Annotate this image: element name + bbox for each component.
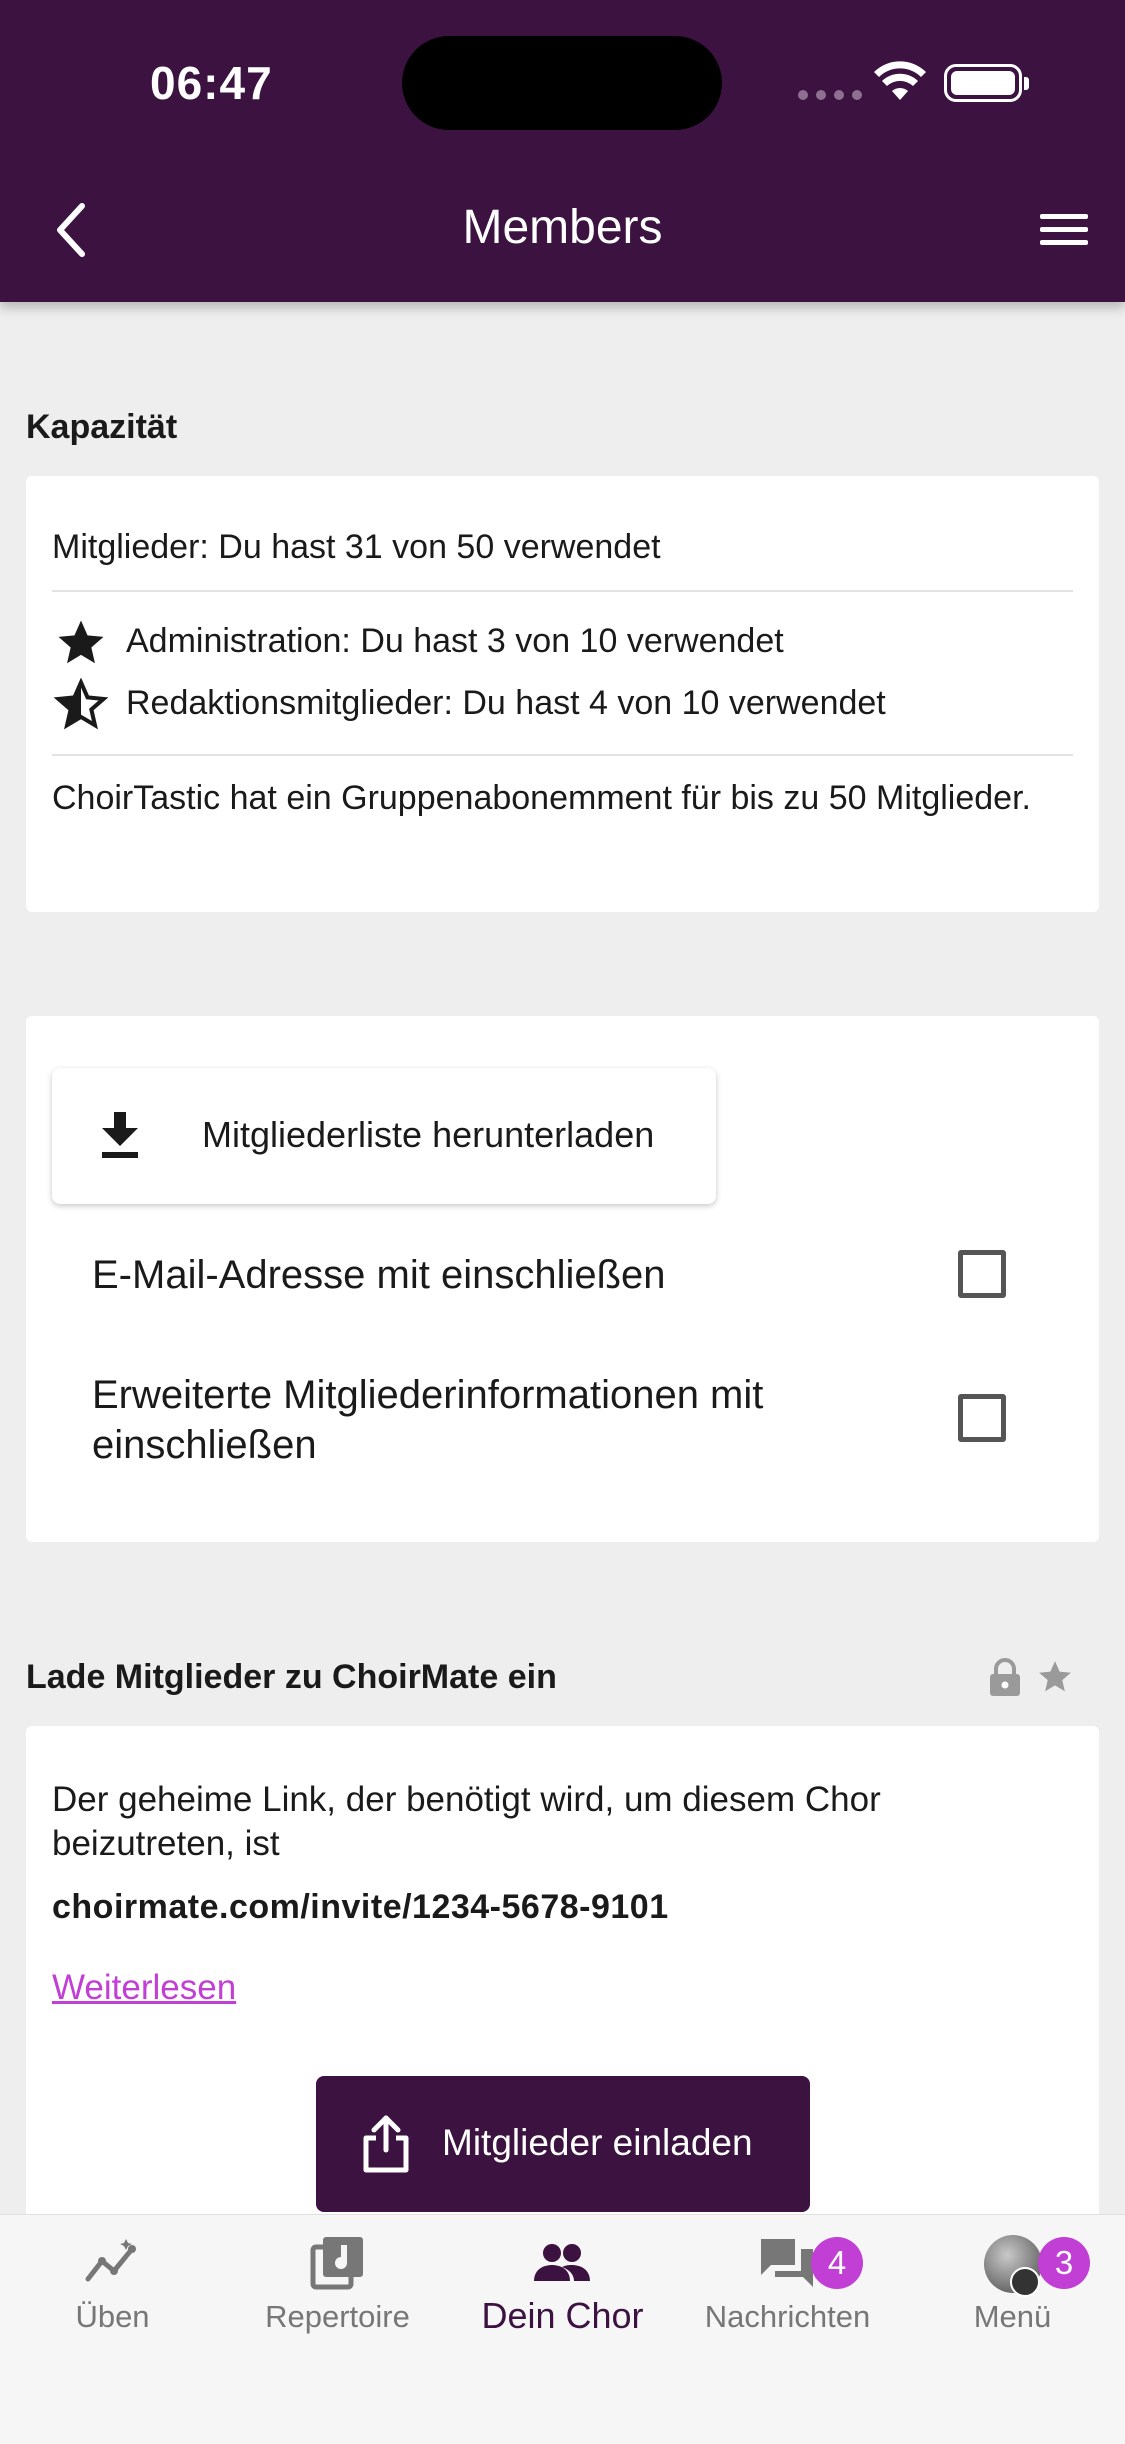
nav-label: Üben: [75, 2299, 150, 2334]
hamburger-menu-icon[interactable]: [1040, 210, 1088, 250]
invite-description: Der geheime Link, der benötigt wird, um …: [52, 1780, 881, 1863]
download-member-list-button[interactable]: Mitgliederliste herunterladen: [52, 1068, 716, 1204]
divider: [52, 754, 1073, 756]
admin-usage: Administration: Du hast 3 von 10 verwend…: [126, 622, 784, 660]
dynamic-island: [402, 36, 722, 130]
bottom-navigation: Üben Repertoire Dein Chor 4 Nachrichten …: [0, 2214, 1125, 2444]
capacity-card: Mitglieder: Du hast 31 von 50 verwendet …: [26, 476, 1099, 912]
star-icon: [1039, 1661, 1071, 1692]
nav-label: Menü: [973, 2299, 1052, 2334]
divider: [52, 590, 1073, 592]
wifi-icon: [874, 61, 926, 100]
nav-item-repertoire[interactable]: Repertoire: [225, 2215, 450, 2395]
music-library-icon: [310, 2237, 363, 2290]
invite-button-label: Mitglieder einladen: [442, 2122, 753, 2163]
members-usage: Mitglieder: Du hast 31 von 50 verwendet: [52, 528, 661, 566]
nav-item-messages[interactable]: 4 Nachrichten: [675, 2215, 900, 2395]
include-extended-info-checkbox[interactable]: [958, 1394, 1006, 1442]
nav-item-your-choir[interactable]: Dein Chor: [450, 2215, 675, 2395]
menu-mini-icon: [1010, 2267, 1040, 2297]
menu-badge: 3: [1038, 2237, 1090, 2289]
share-icon: [363, 2115, 409, 2173]
star-half-icon: [54, 678, 108, 730]
editors-usage: Redaktionsmitglieder: Du hast 4 von 10 v…: [126, 684, 886, 722]
nav-label: Nachrichten: [704, 2299, 871, 2334]
invite-link: choirmate.com/invite/1234-5678-9101: [52, 1888, 669, 1926]
include-email-label: E-Mail-Adresse mit einschließen: [92, 1253, 666, 1297]
capacity-section-title: Kapazität: [26, 408, 178, 446]
download-card: Mitgliederliste herunterladen E-Mail-Adr…: [26, 1016, 1099, 1542]
invite-section-title: Lade Mitglieder zu ChoirMate ein: [26, 1658, 557, 1696]
messages-badge: 4: [811, 2237, 863, 2289]
star-filled-icon: [58, 620, 104, 664]
chat-icon: [761, 2239, 813, 2287]
nav-label: Dein Chor: [481, 2295, 644, 2336]
app-header: 06:47 Members: [0, 0, 1125, 302]
invite-members-button[interactable]: Mitglieder einladen: [316, 2076, 810, 2212]
download-button-label: Mitgliederliste herunterladen: [202, 1114, 655, 1155]
nav-label: Repertoire: [265, 2299, 410, 2334]
status-time: 06:47: [150, 57, 273, 109]
nav-item-practice[interactable]: Üben: [0, 2215, 225, 2395]
subscription-info: ChoirTastic hat ein Gruppenabonemment fü…: [52, 779, 1031, 817]
signal-icon: [798, 90, 862, 100]
lock-icon: [990, 1658, 1020, 1696]
include-email-checkbox[interactable]: [958, 1250, 1006, 1298]
people-icon: [534, 2244, 590, 2281]
page-title: Members: [462, 201, 663, 254]
read-more-link[interactable]: Weiterlesen: [52, 1968, 236, 2008]
chart-line-icon: [85, 2239, 136, 2282]
battery-icon: [944, 64, 1029, 102]
include-extended-info-label: Erweiterte Mitgliederinformationen mit e…: [92, 1373, 764, 1467]
download-icon: [102, 1112, 138, 1158]
nav-item-menu[interactable]: 3 Menü: [900, 2215, 1125, 2395]
